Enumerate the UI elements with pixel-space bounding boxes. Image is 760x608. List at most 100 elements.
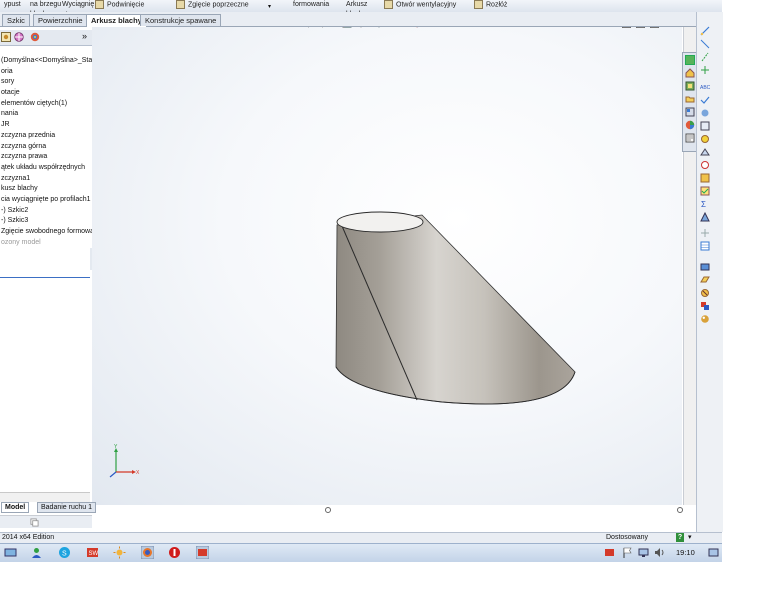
tree-item[interactable]: zczyzna1 (0, 174, 92, 185)
tree-item[interactable]: Zgięcie swobodnego formowa (0, 227, 92, 238)
smart-dimension-icon[interactable] (700, 26, 710, 36)
3d-model-oblique-cone[interactable] (322, 207, 582, 407)
network-icon[interactable] (637, 546, 650, 559)
tree-item[interactable]: ątek układu współrzędnych (0, 163, 92, 174)
section-view-icon[interactable] (342, 27, 352, 28)
spell-check-icon[interactable] (700, 108, 710, 118)
tree-item[interactable]: zczyzna górna (0, 142, 92, 153)
view-orientation-icon[interactable] (356, 27, 366, 28)
display-style-icon[interactable] (374, 27, 384, 28)
view-palette-icon[interactable] (685, 107, 695, 117)
tab-model[interactable]: Model (1, 502, 30, 513)
ribbon-item-sheet-metal[interactable]: Arkusz blachy (346, 0, 367, 12)
rollback-bar[interactable] (0, 277, 90, 278)
display-manager-icon[interactable] (30, 32, 40, 42)
zoom-to-area-icon[interactable] (314, 27, 324, 28)
file-explorer-icon[interactable] (685, 94, 695, 104)
sun-icon[interactable] (113, 546, 126, 559)
appearances-icon[interactable] (685, 120, 695, 130)
centerline-icon[interactable] (700, 52, 710, 62)
firefox-icon[interactable] (141, 546, 154, 559)
show-desktop-icon[interactable] (4, 546, 17, 559)
tab-surfaces[interactable]: Powierzchnie (33, 14, 88, 26)
point-icon[interactable] (700, 65, 710, 75)
scroll-marker-icon[interactable] (324, 506, 332, 514)
tree-item[interactable]: (Domyślna<<Domyślna>_Sta (0, 56, 92, 67)
hole-callout-icon[interactable] (700, 121, 710, 131)
design-library-icon[interactable] (685, 81, 695, 91)
panel-horizontal-scrollbar[interactable] (0, 492, 90, 502)
chevron-down-icon[interactable]: ▾ (268, 3, 271, 10)
help-button[interactable]: ? (676, 533, 684, 542)
ribbon-item-forming-tool[interactable]: formowania (293, 0, 329, 12)
custom-properties-icon[interactable] (685, 133, 695, 143)
flag-icon[interactable] (621, 546, 634, 559)
ribbon-item-lofted-bend[interactable]: Wyciągnię ęte po ... (62, 0, 94, 12)
tree-item-rollback[interactable]: ozony model (0, 238, 92, 249)
solidworks-taskbar-icon[interactable]: SW (86, 546, 99, 559)
units-selector[interactable]: Dostosowany (606, 533, 648, 543)
sigma-icon[interactable]: Σ (700, 199, 710, 209)
tray-app-icon[interactable] (603, 546, 616, 559)
tab-weldments[interactable]: Konstrukcje spawane (140, 14, 222, 26)
edit-appearance-icon[interactable] (412, 27, 422, 28)
reference-point-icon[interactable] (700, 288, 710, 298)
zoom-to-fit-icon[interactable] (300, 27, 310, 28)
close-viewport-icon[interactable] (650, 27, 659, 28)
ribbon-item-edge-flange[interactable]: na brzegu blachy (30, 0, 61, 12)
graphics-area[interactable]: ▾ ▾ ▾ ▾ ▾ (92, 27, 682, 505)
expand-panel-icon[interactable]: » (82, 31, 87, 41)
solidworks-window-icon[interactable] (196, 546, 209, 559)
tile-viewport-icon[interactable] (636, 27, 645, 28)
surface-finish-icon[interactable] (700, 147, 710, 157)
tab-motion-study[interactable]: Badanie ruchu 1 (37, 502, 96, 513)
previous-view-icon[interactable] (328, 27, 338, 28)
tree-item[interactable]: nania (0, 109, 92, 120)
color-swatch-icon[interactable] (700, 301, 710, 311)
text-abc-icon[interactable]: ABC (700, 82, 710, 92)
ribbon-item-cross-break[interactable]: Zgięcie poprzeczne (176, 0, 249, 12)
tree-item[interactable]: zczyzna przednia (0, 131, 92, 142)
property-manager-icon[interactable] (1, 32, 11, 42)
tree-item[interactable]: otacje (0, 88, 92, 99)
geometric-tolerance-icon[interactable] (700, 160, 710, 170)
datum-target-icon[interactable] (700, 186, 710, 196)
tree-item[interactable]: -) Szkic2 (0, 206, 92, 217)
tree-item[interactable]: sory (0, 77, 92, 88)
tree-item[interactable]: oria (0, 67, 92, 78)
hide-show-items-icon[interactable] (392, 27, 402, 28)
scroll-marker-icon[interactable] (676, 506, 684, 514)
notifications-icon[interactable] (707, 546, 720, 559)
configuration-manager-icon[interactable] (14, 32, 24, 42)
mate-reference-icon[interactable] (700, 262, 710, 272)
ribbon-item-unfold[interactable]: Rozłóż (474, 0, 507, 12)
users-icon[interactable] (30, 546, 43, 559)
tree-item[interactable]: cia wyciągnięte po profilach1 (0, 195, 92, 206)
ribbon-item-hem[interactable]: Podwinięcie (95, 0, 144, 12)
plane-icon[interactable] (700, 275, 710, 285)
taskbar-clock[interactable]: 19:10 (676, 546, 695, 559)
check-mark-icon[interactable] (700, 95, 710, 105)
home-icon[interactable] (685, 68, 695, 78)
balloon-icon[interactable] (700, 134, 710, 144)
tree-item[interactable]: -) Szkic3 (0, 216, 92, 227)
datum-feature-icon[interactable] (700, 173, 710, 183)
table-icon[interactable] (700, 241, 710, 251)
tab-sketch[interactable]: Szkic (2, 14, 30, 26)
volume-icon[interactable] (653, 546, 666, 559)
tree-item[interactable]: elementów ciętych(1) (0, 99, 92, 110)
resources-icon[interactable] (685, 55, 695, 65)
ribbon-item-vent[interactable]: Otwór wentylacyjny (384, 0, 456, 12)
opera-icon[interactable] (168, 546, 181, 559)
tree-item[interactable]: zczyzna prawa (0, 152, 92, 163)
tab-sheet-metal[interactable]: Arkusz blachy (86, 14, 147, 27)
apply-scene-icon[interactable] (430, 27, 440, 28)
ribbon-item-extrude[interactable]: ypust (4, 0, 21, 12)
skype-icon[interactable]: S (58, 546, 71, 559)
chevron-down-icon[interactable]: ▾ (688, 533, 692, 543)
tree-item[interactable]: kusz blachy (0, 184, 92, 195)
minimize-viewport-icon[interactable] (622, 27, 631, 28)
line-icon[interactable] (700, 39, 710, 49)
weld-symbol-icon[interactable] (700, 212, 710, 222)
appearance-ball-icon[interactable] (700, 314, 710, 324)
